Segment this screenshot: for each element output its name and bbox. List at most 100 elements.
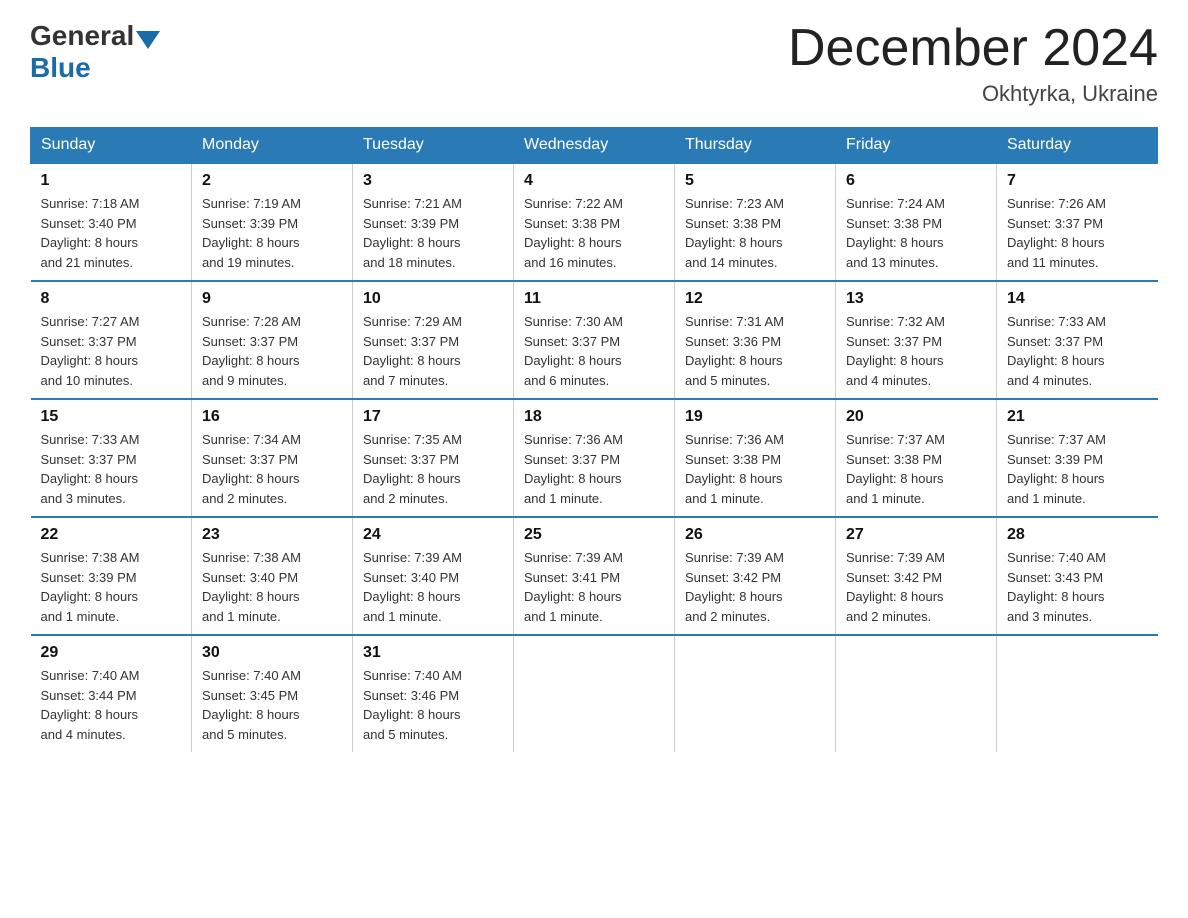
day-number: 16 <box>202 408 342 426</box>
calendar-cell: 8 Sunrise: 7:27 AM Sunset: 3:37 PM Dayli… <box>31 281 192 399</box>
weekday-header-row: SundayMondayTuesdayWednesdayThursdayFrid… <box>31 128 1158 164</box>
calendar-table: SundayMondayTuesdayWednesdayThursdayFrid… <box>30 127 1158 752</box>
logo-general-text: General <box>30 20 134 52</box>
day-number: 3 <box>363 172 503 190</box>
day-info: Sunrise: 7:27 AM Sunset: 3:37 PM Dayligh… <box>41 312 182 390</box>
logo-arrow-icon <box>136 31 160 49</box>
week-row-2: 8 Sunrise: 7:27 AM Sunset: 3:37 PM Dayli… <box>31 281 1158 399</box>
day-number: 17 <box>363 408 503 426</box>
day-number: 26 <box>685 526 825 544</box>
logo: General Blue <box>30 20 162 84</box>
day-number: 23 <box>202 526 342 544</box>
calendar-cell <box>675 635 836 752</box>
weekday-header-thursday: Thursday <box>675 128 836 164</box>
calendar-cell <box>514 635 675 752</box>
day-number: 1 <box>41 172 182 190</box>
day-number: 7 <box>1007 172 1148 190</box>
day-info: Sunrise: 7:40 AM Sunset: 3:46 PM Dayligh… <box>363 666 503 744</box>
day-number: 4 <box>524 172 664 190</box>
calendar-cell: 20 Sunrise: 7:37 AM Sunset: 3:38 PM Dayl… <box>836 399 997 517</box>
calendar-cell: 2 Sunrise: 7:19 AM Sunset: 3:39 PM Dayli… <box>192 163 353 281</box>
day-number: 11 <box>524 290 664 308</box>
day-info: Sunrise: 7:39 AM Sunset: 3:42 PM Dayligh… <box>685 548 825 626</box>
calendar-cell: 22 Sunrise: 7:38 AM Sunset: 3:39 PM Dayl… <box>31 517 192 635</box>
day-number: 5 <box>685 172 825 190</box>
calendar-cell: 16 Sunrise: 7:34 AM Sunset: 3:37 PM Dayl… <box>192 399 353 517</box>
day-info: Sunrise: 7:29 AM Sunset: 3:37 PM Dayligh… <box>363 312 503 390</box>
day-info: Sunrise: 7:39 AM Sunset: 3:42 PM Dayligh… <box>846 548 986 626</box>
calendar-cell: 3 Sunrise: 7:21 AM Sunset: 3:39 PM Dayli… <box>353 163 514 281</box>
location-text: Okhtyrka, Ukraine <box>788 81 1158 107</box>
week-row-1: 1 Sunrise: 7:18 AM Sunset: 3:40 PM Dayli… <box>31 163 1158 281</box>
weekday-header-monday: Monday <box>192 128 353 164</box>
day-number: 14 <box>1007 290 1148 308</box>
day-number: 27 <box>846 526 986 544</box>
calendar-cell: 7 Sunrise: 7:26 AM Sunset: 3:37 PM Dayli… <box>997 163 1158 281</box>
calendar-cell: 1 Sunrise: 7:18 AM Sunset: 3:40 PM Dayli… <box>31 163 192 281</box>
calendar-cell: 6 Sunrise: 7:24 AM Sunset: 3:38 PM Dayli… <box>836 163 997 281</box>
calendar-cell: 19 Sunrise: 7:36 AM Sunset: 3:38 PM Dayl… <box>675 399 836 517</box>
day-number: 18 <box>524 408 664 426</box>
calendar-cell: 25 Sunrise: 7:39 AM Sunset: 3:41 PM Dayl… <box>514 517 675 635</box>
logo-blue-text: Blue <box>30 52 91 83</box>
day-info: Sunrise: 7:36 AM Sunset: 3:38 PM Dayligh… <box>685 430 825 508</box>
weekday-header-saturday: Saturday <box>997 128 1158 164</box>
calendar-cell: 27 Sunrise: 7:39 AM Sunset: 3:42 PM Dayl… <box>836 517 997 635</box>
day-info: Sunrise: 7:40 AM Sunset: 3:44 PM Dayligh… <box>41 666 182 744</box>
day-number: 9 <box>202 290 342 308</box>
calendar-cell: 4 Sunrise: 7:22 AM Sunset: 3:38 PM Dayli… <box>514 163 675 281</box>
day-info: Sunrise: 7:22 AM Sunset: 3:38 PM Dayligh… <box>524 194 664 272</box>
calendar-cell: 21 Sunrise: 7:37 AM Sunset: 3:39 PM Dayl… <box>997 399 1158 517</box>
day-number: 29 <box>41 644 182 662</box>
day-number: 30 <box>202 644 342 662</box>
calendar-cell: 13 Sunrise: 7:32 AM Sunset: 3:37 PM Dayl… <box>836 281 997 399</box>
day-info: Sunrise: 7:39 AM Sunset: 3:41 PM Dayligh… <box>524 548 664 626</box>
day-info: Sunrise: 7:34 AM Sunset: 3:37 PM Dayligh… <box>202 430 342 508</box>
day-number: 20 <box>846 408 986 426</box>
calendar-cell: 24 Sunrise: 7:39 AM Sunset: 3:40 PM Dayl… <box>353 517 514 635</box>
day-info: Sunrise: 7:21 AM Sunset: 3:39 PM Dayligh… <box>363 194 503 272</box>
day-number: 8 <box>41 290 182 308</box>
calendar-cell: 11 Sunrise: 7:30 AM Sunset: 3:37 PM Dayl… <box>514 281 675 399</box>
calendar-cell: 17 Sunrise: 7:35 AM Sunset: 3:37 PM Dayl… <box>353 399 514 517</box>
day-number: 2 <box>202 172 342 190</box>
day-info: Sunrise: 7:19 AM Sunset: 3:39 PM Dayligh… <box>202 194 342 272</box>
day-info: Sunrise: 7:38 AM Sunset: 3:39 PM Dayligh… <box>41 548 182 626</box>
day-info: Sunrise: 7:38 AM Sunset: 3:40 PM Dayligh… <box>202 548 342 626</box>
calendar-cell: 14 Sunrise: 7:33 AM Sunset: 3:37 PM Dayl… <box>997 281 1158 399</box>
day-number: 13 <box>846 290 986 308</box>
day-number: 12 <box>685 290 825 308</box>
day-number: 25 <box>524 526 664 544</box>
calendar-cell: 31 Sunrise: 7:40 AM Sunset: 3:46 PM Dayl… <box>353 635 514 752</box>
day-info: Sunrise: 7:37 AM Sunset: 3:39 PM Dayligh… <box>1007 430 1148 508</box>
day-number: 15 <box>41 408 182 426</box>
day-number: 24 <box>363 526 503 544</box>
day-info: Sunrise: 7:40 AM Sunset: 3:43 PM Dayligh… <box>1007 548 1148 626</box>
month-title: December 2024 <box>788 20 1158 77</box>
day-info: Sunrise: 7:37 AM Sunset: 3:38 PM Dayligh… <box>846 430 986 508</box>
day-info: Sunrise: 7:33 AM Sunset: 3:37 PM Dayligh… <box>41 430 182 508</box>
page-header: General Blue December 2024 Okhtyrka, Ukr… <box>30 20 1158 107</box>
calendar-cell <box>836 635 997 752</box>
calendar-cell: 18 Sunrise: 7:36 AM Sunset: 3:37 PM Dayl… <box>514 399 675 517</box>
day-info: Sunrise: 7:31 AM Sunset: 3:36 PM Dayligh… <box>685 312 825 390</box>
day-number: 31 <box>363 644 503 662</box>
calendar-cell: 5 Sunrise: 7:23 AM Sunset: 3:38 PM Dayli… <box>675 163 836 281</box>
calendar-cell: 23 Sunrise: 7:38 AM Sunset: 3:40 PM Dayl… <box>192 517 353 635</box>
title-section: December 2024 Okhtyrka, Ukraine <box>788 20 1158 107</box>
calendar-cell: 29 Sunrise: 7:40 AM Sunset: 3:44 PM Dayl… <box>31 635 192 752</box>
day-info: Sunrise: 7:39 AM Sunset: 3:40 PM Dayligh… <box>363 548 503 626</box>
day-info: Sunrise: 7:26 AM Sunset: 3:37 PM Dayligh… <box>1007 194 1148 272</box>
day-info: Sunrise: 7:32 AM Sunset: 3:37 PM Dayligh… <box>846 312 986 390</box>
weekday-header-wednesday: Wednesday <box>514 128 675 164</box>
day-info: Sunrise: 7:23 AM Sunset: 3:38 PM Dayligh… <box>685 194 825 272</box>
day-info: Sunrise: 7:36 AM Sunset: 3:37 PM Dayligh… <box>524 430 664 508</box>
day-number: 28 <box>1007 526 1148 544</box>
calendar-cell: 30 Sunrise: 7:40 AM Sunset: 3:45 PM Dayl… <box>192 635 353 752</box>
day-info: Sunrise: 7:18 AM Sunset: 3:40 PM Dayligh… <box>41 194 182 272</box>
week-row-4: 22 Sunrise: 7:38 AM Sunset: 3:39 PM Dayl… <box>31 517 1158 635</box>
calendar-cell: 15 Sunrise: 7:33 AM Sunset: 3:37 PM Dayl… <box>31 399 192 517</box>
calendar-cell <box>997 635 1158 752</box>
week-row-5: 29 Sunrise: 7:40 AM Sunset: 3:44 PM Dayl… <box>31 635 1158 752</box>
day-info: Sunrise: 7:33 AM Sunset: 3:37 PM Dayligh… <box>1007 312 1148 390</box>
